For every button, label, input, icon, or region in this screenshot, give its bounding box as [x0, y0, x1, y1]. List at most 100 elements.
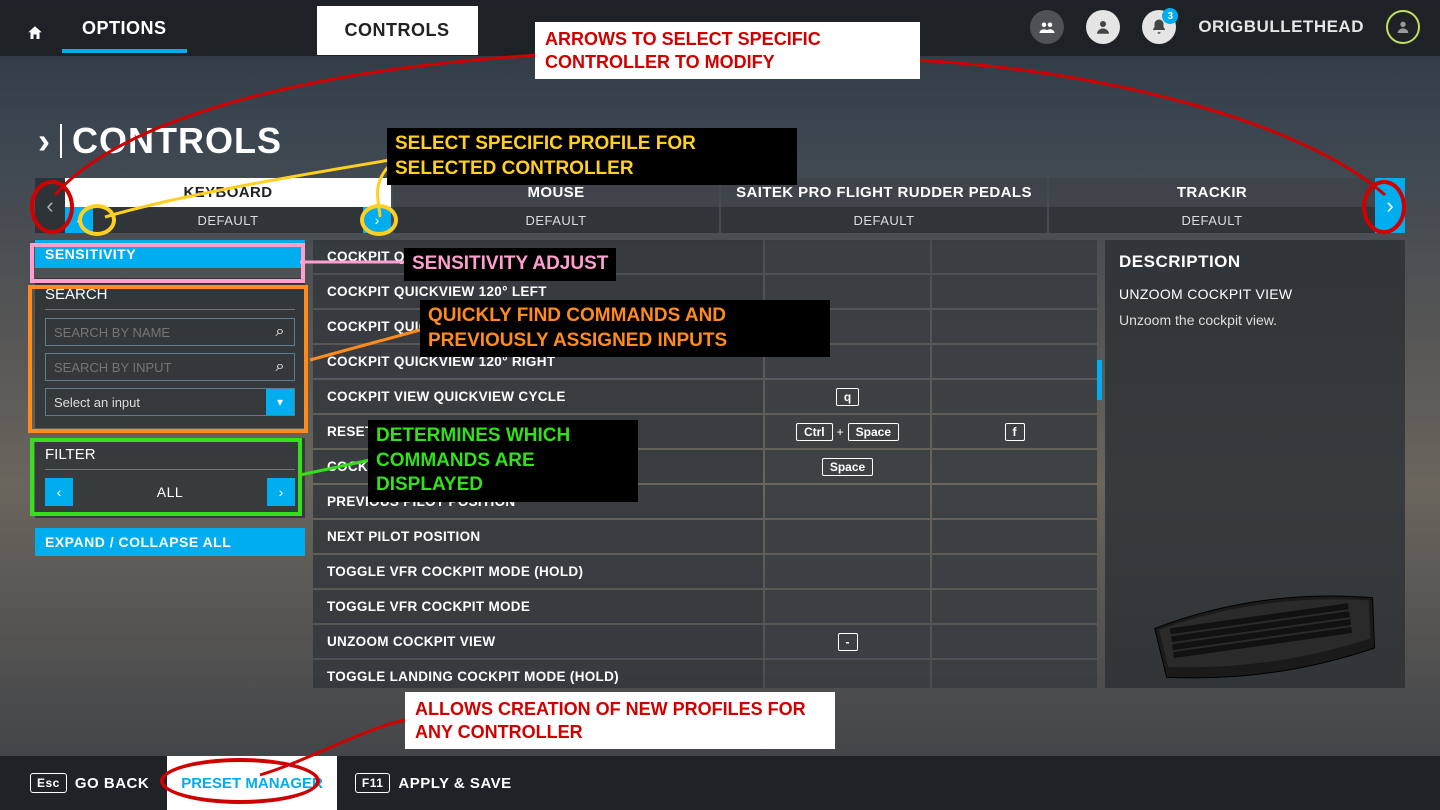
binding-primary[interactable] [765, 590, 930, 623]
select-input-dropdown[interactable]: Select an input ▾ [45, 388, 295, 416]
avatar[interactable] [1386, 10, 1420, 44]
chevron-down-icon[interactable]: ▾ [266, 389, 294, 415]
controller-profile-label: DEFAULT [1049, 213, 1375, 228]
page-title-row: › CONTROLS [38, 120, 282, 162]
search-panel: SEARCH ⌕ ⌕ Select an input ▾ [35, 278, 305, 428]
go-back-button[interactable]: Esc GO BACK [30, 773, 149, 793]
annotation-profile-text: SELECT SPECIFIC PROFILE FOR SELECTED CON… [387, 128, 797, 185]
search-by-name[interactable]: ⌕ [45, 318, 295, 346]
left-sidebar: SENSITIVITY SEARCH ⌕ ⌕ Select an input ▾… [35, 240, 305, 688]
description-heading: DESCRIPTION [1119, 252, 1391, 272]
profile-prev-arrow[interactable]: ‹ [65, 207, 93, 233]
sensitivity-button[interactable]: SENSITIVITY [35, 240, 305, 268]
notification-badge: 3 [1162, 8, 1178, 24]
profile-next-arrow[interactable]: › [363, 207, 391, 233]
controller-next-arrow[interactable]: › [1375, 178, 1405, 233]
community-icon[interactable] [1030, 10, 1064, 44]
binding-secondary[interactable] [932, 240, 1097, 273]
command-row[interactable]: TOGGLE VFR COCKPIT MODE [313, 590, 1097, 623]
binding-secondary[interactable] [932, 275, 1097, 308]
controller-profile-label: DEFAULT [721, 213, 1047, 228]
binding-secondary[interactable] [932, 555, 1097, 588]
scrollbar-indicator[interactable] [1097, 360, 1102, 400]
esc-keycap: Esc [30, 773, 67, 793]
go-back-label: GO BACK [75, 775, 149, 792]
binding-secondary[interactable] [932, 310, 1097, 343]
description-panel: DESCRIPTION UNZOOM COCKPIT VIEW Unzoom t… [1105, 240, 1405, 688]
binding-secondary[interactable] [932, 520, 1097, 553]
filter-panel-title: FILTER [45, 446, 295, 463]
binding-primary[interactable] [765, 240, 930, 273]
binding-secondary[interactable] [932, 625, 1097, 658]
tab-options[interactable]: OPTIONS [62, 0, 187, 49]
command-label: TOGGLE LANDING COCKPIT MODE (HOLD) [313, 660, 763, 688]
binding-secondary[interactable] [932, 380, 1097, 413]
binding-primary[interactable] [765, 555, 930, 588]
annotation-search-text: QUICKLY FIND COMMANDS AND PREVIOUSLY ASS… [420, 300, 830, 357]
binding-secondary[interactable] [932, 590, 1097, 623]
controller-profile-label: DEFAULT [93, 213, 363, 228]
binding-primary[interactable] [765, 520, 930, 553]
search-panel-title: SEARCH [45, 286, 295, 303]
page-title: CONTROLS [72, 120, 282, 162]
command-row[interactable]: TOGGLE LANDING COCKPIT MODE (HOLD) [313, 660, 1097, 688]
footer-bar: Esc GO BACK PRESET MANAGER F11 APPLY & S… [0, 756, 1440, 810]
select-input-label: Select an input [46, 389, 266, 415]
binding-primary[interactable]: - [765, 625, 930, 658]
command-row[interactable]: TOGGLE VFR COCKPIT MODE (HOLD) [313, 555, 1097, 588]
command-label: NEXT PILOT POSITION [313, 520, 763, 553]
command-row[interactable]: NEXT PILOT POSITION [313, 520, 1097, 553]
binding-secondary[interactable] [932, 345, 1097, 378]
apply-save-label: APPLY & SAVE [398, 775, 511, 792]
controller-tabs-row: ‹ KEYBOARD‹DEFAULT›MOUSEDEFAULTSAITEK PR… [35, 178, 1405, 233]
binding-primary[interactable] [765, 660, 930, 688]
controller-tab[interactable]: TRACKIR DEFAULT [1049, 178, 1375, 233]
binding-secondary[interactable] [932, 450, 1097, 483]
profile-icon[interactable] [1086, 10, 1120, 44]
command-row[interactable]: UNZOOM COCKPIT VIEW- [313, 625, 1097, 658]
command-row[interactable]: COCKPIT VIEW QUICKVIEW CYCLEq [313, 380, 1097, 413]
keyboard-image [1135, 523, 1395, 683]
username-label: ORIGBULLETHEAD [1198, 17, 1364, 37]
tab-controls[interactable]: CONTROLS [317, 6, 478, 55]
controller-tab-name: TRACKIR [1049, 178, 1375, 207]
controller-prev-arrow[interactable]: ‹ [35, 178, 65, 233]
chevron-right-icon: › [38, 120, 50, 162]
search-icon[interactable]: ⌕ [266, 354, 294, 380]
controller-tab[interactable]: SAITEK PRO FLIGHT RUDDER PEDALSDEFAULT [721, 178, 1047, 233]
command-label: UNZOOM COCKPIT VIEW [313, 625, 763, 658]
apply-save-button[interactable]: F11 APPLY & SAVE [355, 773, 512, 793]
filter-next-arrow[interactable]: › [267, 478, 295, 506]
filter-prev-arrow[interactable]: ‹ [45, 478, 73, 506]
expand-collapse-button[interactable]: EXPAND / COLLAPSE ALL [35, 528, 305, 556]
description-item-title: UNZOOM COCKPIT VIEW [1119, 286, 1391, 302]
binding-primary[interactable]: Ctrl+Space [765, 415, 930, 448]
command-label: TOGGLE VFR COCKPIT MODE (HOLD) [313, 555, 763, 588]
command-label: TOGGLE VFR COCKPIT MODE [313, 590, 763, 623]
notifications-icon[interactable]: 3 [1142, 10, 1176, 44]
controller-tab[interactable]: MOUSEDEFAULT [393, 178, 719, 233]
preset-manager-label: PRESET MANAGER [181, 775, 323, 792]
binding-primary[interactable] [765, 485, 930, 518]
binding-secondary[interactable] [932, 660, 1097, 688]
search-by-input[interactable]: ⌕ [45, 353, 295, 381]
annotation-preset-text: ALLOWS CREATION OF NEW PROFILES FOR ANY … [405, 692, 835, 749]
binding-secondary[interactable] [932, 485, 1097, 518]
search-icon[interactable]: ⌕ [266, 319, 294, 345]
description-item-body: Unzoom the cockpit view. [1119, 312, 1391, 328]
controller-profile-label: DEFAULT [393, 213, 719, 228]
controller-tab[interactable]: KEYBOARD‹DEFAULT› [65, 178, 391, 233]
search-input-input[interactable] [46, 354, 266, 380]
search-name-input[interactable] [46, 319, 266, 345]
f11-keycap: F11 [355, 773, 391, 793]
controller-tab-name: KEYBOARD [65, 178, 391, 207]
filter-value: ALL [73, 484, 267, 500]
binding-primary[interactable]: Space [765, 450, 930, 483]
filter-panel: FILTER ‹ ALL › [35, 438, 305, 518]
annotation-sensitivity-text: SENSITIVITY ADJUST [404, 248, 616, 281]
annotation-arrows-text: ARROWS TO SELECT SPECIFIC CONTROLLER TO … [535, 22, 920, 79]
preset-manager-button[interactable]: PRESET MANAGER [167, 756, 337, 810]
binding-primary[interactable]: q [765, 380, 930, 413]
home-icon[interactable] [20, 14, 50, 52]
binding-secondary[interactable]: f [932, 415, 1097, 448]
